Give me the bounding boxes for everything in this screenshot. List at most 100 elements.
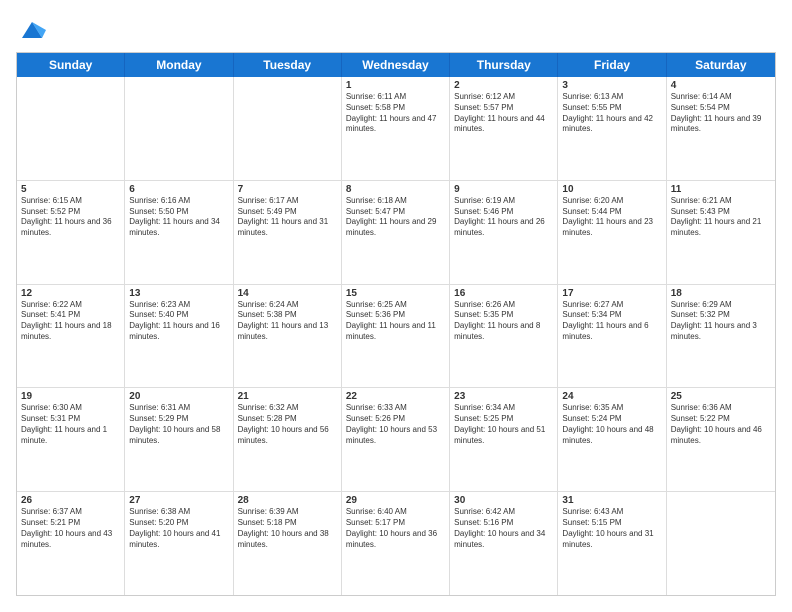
day-number: 21 (238, 391, 337, 402)
day-number: 30 (454, 495, 553, 506)
day-number: 12 (21, 288, 120, 299)
calendar-cell-day-17: 17Sunrise: 6:27 AM Sunset: 5:34 PM Dayli… (558, 285, 666, 388)
calendar-header-cell: Tuesday (234, 53, 342, 77)
calendar-cell-day-16: 16Sunrise: 6:26 AM Sunset: 5:35 PM Dayli… (450, 285, 558, 388)
day-info: Sunrise: 6:26 AM Sunset: 5:35 PM Dayligh… (454, 300, 553, 343)
day-number: 25 (671, 391, 771, 402)
calendar: SundayMondayTuesdayWednesdayThursdayFrid… (16, 52, 776, 596)
calendar-cell-day-29: 29Sunrise: 6:40 AM Sunset: 5:17 PM Dayli… (342, 492, 450, 595)
calendar-row: 5Sunrise: 6:15 AM Sunset: 5:52 PM Daylig… (17, 181, 775, 285)
day-number: 29 (346, 495, 445, 506)
day-info: Sunrise: 6:31 AM Sunset: 5:29 PM Dayligh… (129, 403, 228, 446)
day-info: Sunrise: 6:17 AM Sunset: 5:49 PM Dayligh… (238, 196, 337, 239)
calendar-cell-day-5: 5Sunrise: 6:15 AM Sunset: 5:52 PM Daylig… (17, 181, 125, 284)
day-info: Sunrise: 6:19 AM Sunset: 5:46 PM Dayligh… (454, 196, 553, 239)
day-number: 11 (671, 184, 771, 195)
calendar-header-cell: Thursday (450, 53, 558, 77)
day-number: 23 (454, 391, 553, 402)
day-info: Sunrise: 6:11 AM Sunset: 5:58 PM Dayligh… (346, 92, 445, 135)
calendar-cell-empty (667, 492, 775, 595)
day-info: Sunrise: 6:34 AM Sunset: 5:25 PM Dayligh… (454, 403, 553, 446)
day-number: 31 (562, 495, 661, 506)
day-number: 8 (346, 184, 445, 195)
day-number: 2 (454, 80, 553, 91)
day-number: 22 (346, 391, 445, 402)
calendar-cell-day-24: 24Sunrise: 6:35 AM Sunset: 5:24 PM Dayli… (558, 388, 666, 491)
logo-icon (18, 16, 46, 44)
day-number: 6 (129, 184, 228, 195)
day-info: Sunrise: 6:12 AM Sunset: 5:57 PM Dayligh… (454, 92, 553, 135)
day-number: 19 (21, 391, 120, 402)
calendar-body: 1Sunrise: 6:11 AM Sunset: 5:58 PM Daylig… (17, 77, 775, 595)
calendar-header-cell: Friday (558, 53, 666, 77)
calendar-row: 26Sunrise: 6:37 AM Sunset: 5:21 PM Dayli… (17, 492, 775, 595)
calendar-cell-day-4: 4Sunrise: 6:14 AM Sunset: 5:54 PM Daylig… (667, 77, 775, 180)
day-number: 17 (562, 288, 661, 299)
day-info: Sunrise: 6:42 AM Sunset: 5:16 PM Dayligh… (454, 507, 553, 550)
day-info: Sunrise: 6:27 AM Sunset: 5:34 PM Dayligh… (562, 300, 661, 343)
day-info: Sunrise: 6:40 AM Sunset: 5:17 PM Dayligh… (346, 507, 445, 550)
day-number: 15 (346, 288, 445, 299)
calendar-row: 1Sunrise: 6:11 AM Sunset: 5:58 PM Daylig… (17, 77, 775, 181)
calendar-cell-day-2: 2Sunrise: 6:12 AM Sunset: 5:57 PM Daylig… (450, 77, 558, 180)
calendar-cell-day-14: 14Sunrise: 6:24 AM Sunset: 5:38 PM Dayli… (234, 285, 342, 388)
day-info: Sunrise: 6:38 AM Sunset: 5:20 PM Dayligh… (129, 507, 228, 550)
calendar-cell-day-6: 6Sunrise: 6:16 AM Sunset: 5:50 PM Daylig… (125, 181, 233, 284)
day-info: Sunrise: 6:33 AM Sunset: 5:26 PM Dayligh… (346, 403, 445, 446)
day-info: Sunrise: 6:22 AM Sunset: 5:41 PM Dayligh… (21, 300, 120, 343)
calendar-cell-day-15: 15Sunrise: 6:25 AM Sunset: 5:36 PM Dayli… (342, 285, 450, 388)
day-number: 7 (238, 184, 337, 195)
day-info: Sunrise: 6:20 AM Sunset: 5:44 PM Dayligh… (562, 196, 661, 239)
calendar-cell-day-23: 23Sunrise: 6:34 AM Sunset: 5:25 PM Dayli… (450, 388, 558, 491)
calendar-header-cell: Monday (125, 53, 233, 77)
calendar-cell-day-20: 20Sunrise: 6:31 AM Sunset: 5:29 PM Dayli… (125, 388, 233, 491)
day-info: Sunrise: 6:15 AM Sunset: 5:52 PM Dayligh… (21, 196, 120, 239)
calendar-cell-day-10: 10Sunrise: 6:20 AM Sunset: 5:44 PM Dayli… (558, 181, 666, 284)
calendar-cell-day-8: 8Sunrise: 6:18 AM Sunset: 5:47 PM Daylig… (342, 181, 450, 284)
day-number: 9 (454, 184, 553, 195)
day-number: 1 (346, 80, 445, 91)
calendar-header-cell: Sunday (17, 53, 125, 77)
day-number: 5 (21, 184, 120, 195)
calendar-cell-empty (17, 77, 125, 180)
calendar-cell-day-19: 19Sunrise: 6:30 AM Sunset: 5:31 PM Dayli… (17, 388, 125, 491)
day-number: 28 (238, 495, 337, 506)
day-number: 4 (671, 80, 771, 91)
calendar-cell-day-21: 21Sunrise: 6:32 AM Sunset: 5:28 PM Dayli… (234, 388, 342, 491)
day-info: Sunrise: 6:13 AM Sunset: 5:55 PM Dayligh… (562, 92, 661, 135)
day-info: Sunrise: 6:36 AM Sunset: 5:22 PM Dayligh… (671, 403, 771, 446)
day-info: Sunrise: 6:35 AM Sunset: 5:24 PM Dayligh… (562, 403, 661, 446)
calendar-cell-day-31: 31Sunrise: 6:43 AM Sunset: 5:15 PM Dayli… (558, 492, 666, 595)
calendar-row: 12Sunrise: 6:22 AM Sunset: 5:41 PM Dayli… (17, 285, 775, 389)
day-info: Sunrise: 6:21 AM Sunset: 5:43 PM Dayligh… (671, 196, 771, 239)
day-info: Sunrise: 6:29 AM Sunset: 5:32 PM Dayligh… (671, 300, 771, 343)
day-number: 20 (129, 391, 228, 402)
day-info: Sunrise: 6:16 AM Sunset: 5:50 PM Dayligh… (129, 196, 228, 239)
calendar-cell-day-3: 3Sunrise: 6:13 AM Sunset: 5:55 PM Daylig… (558, 77, 666, 180)
day-number: 26 (21, 495, 120, 506)
calendar-cell-day-27: 27Sunrise: 6:38 AM Sunset: 5:20 PM Dayli… (125, 492, 233, 595)
day-number: 13 (129, 288, 228, 299)
day-info: Sunrise: 6:30 AM Sunset: 5:31 PM Dayligh… (21, 403, 120, 446)
calendar-cell-day-1: 1Sunrise: 6:11 AM Sunset: 5:58 PM Daylig… (342, 77, 450, 180)
day-number: 18 (671, 288, 771, 299)
day-number: 3 (562, 80, 661, 91)
calendar-header-cell: Wednesday (342, 53, 450, 77)
day-number: 16 (454, 288, 553, 299)
calendar-cell-day-12: 12Sunrise: 6:22 AM Sunset: 5:41 PM Dayli… (17, 285, 125, 388)
page: SundayMondayTuesdayWednesdayThursdayFrid… (0, 0, 792, 612)
calendar-header-row: SundayMondayTuesdayWednesdayThursdayFrid… (17, 53, 775, 77)
calendar-cell-empty (234, 77, 342, 180)
calendar-row: 19Sunrise: 6:30 AM Sunset: 5:31 PM Dayli… (17, 388, 775, 492)
day-number: 10 (562, 184, 661, 195)
calendar-cell-day-25: 25Sunrise: 6:36 AM Sunset: 5:22 PM Dayli… (667, 388, 775, 491)
calendar-cell-day-30: 30Sunrise: 6:42 AM Sunset: 5:16 PM Dayli… (450, 492, 558, 595)
calendar-cell-day-28: 28Sunrise: 6:39 AM Sunset: 5:18 PM Dayli… (234, 492, 342, 595)
day-info: Sunrise: 6:25 AM Sunset: 5:36 PM Dayligh… (346, 300, 445, 343)
calendar-cell-day-11: 11Sunrise: 6:21 AM Sunset: 5:43 PM Dayli… (667, 181, 775, 284)
calendar-cell-day-18: 18Sunrise: 6:29 AM Sunset: 5:32 PM Dayli… (667, 285, 775, 388)
day-info: Sunrise: 6:24 AM Sunset: 5:38 PM Dayligh… (238, 300, 337, 343)
day-info: Sunrise: 6:32 AM Sunset: 5:28 PM Dayligh… (238, 403, 337, 446)
day-number: 27 (129, 495, 228, 506)
calendar-cell-day-22: 22Sunrise: 6:33 AM Sunset: 5:26 PM Dayli… (342, 388, 450, 491)
